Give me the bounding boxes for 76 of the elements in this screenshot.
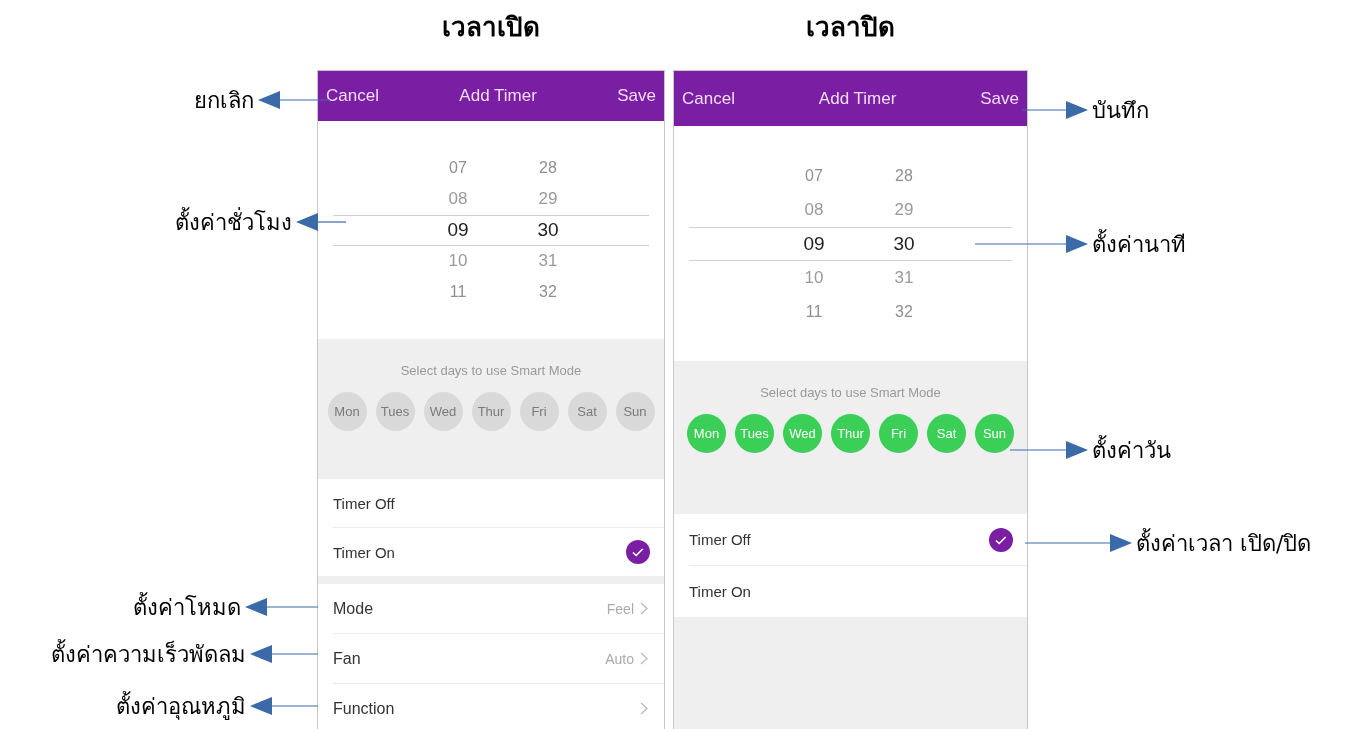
cancel-button[interactable]: Cancel [326, 86, 379, 106]
annotation-label: ตั้งค่าชั่วโมง [175, 206, 292, 237]
setting-label: Fan [333, 649, 361, 668]
day-toggle[interactable]: Wed [783, 414, 822, 453]
day-toggle[interactable]: Tues [375, 392, 415, 431]
day-toggle[interactable]: Thur [831, 414, 870, 453]
minute-value[interactable]: 32 [539, 283, 557, 301]
day-toggle[interactable]: Wed [423, 392, 463, 431]
day-toggle[interactable]: Fri [879, 414, 918, 453]
setting-label: Mode [333, 599, 374, 618]
callout-arrow [1022, 101, 1088, 119]
annotation-label: ตั้งค่าวัน [1092, 434, 1171, 465]
screen-caption: เวลาปิด [806, 11, 895, 44]
day-toggle[interactable]: Mon [687, 414, 726, 453]
days-prompt: Select days to use Smart Mode [760, 385, 941, 400]
annotation-label: ยกเลิก [194, 86, 254, 115]
chevron-icon [640, 602, 648, 615]
day-toggle[interactable]: Sun [615, 392, 655, 431]
hour-value[interactable]: 10 [448, 251, 468, 271]
setting-label: Function [333, 699, 395, 718]
annotation-label: ตั้งค่าอุณหภูมิ [116, 690, 246, 722]
option-label: Timer Off [333, 494, 395, 512]
callout-arrow [296, 213, 346, 231]
hour-value[interactable]: 11 [449, 283, 467, 301]
days-prompt: Select days to use Smart Mode [400, 363, 582, 378]
setting-value: Feel [606, 600, 634, 617]
screen-caption: เวลาเปิด [442, 11, 540, 44]
option-label: Timer On [689, 583, 751, 600]
timer-option[interactable]: Timer On [689, 565, 1027, 617]
hour-value[interactable]: 08 [448, 189, 468, 209]
hour-value[interactable]: 11 [805, 302, 823, 321]
hour-value[interactable]: 07 [805, 166, 823, 185]
minute-value[interactable]: 30 [537, 219, 559, 241]
option-label: Timer Off [689, 531, 751, 548]
annotation-label: ตั้งค่านาที [1092, 228, 1186, 259]
chevron-icon [640, 702, 648, 715]
day-toggle[interactable]: Sat [927, 414, 966, 453]
day-toggle[interactable]: Mon [327, 392, 367, 431]
minute-value[interactable]: 30 [893, 232, 915, 255]
setting-row[interactable]: Function [333, 683, 664, 729]
annotation-label: ตั้งค่าความเร็วพัดลม [51, 638, 246, 669]
hour-value[interactable]: 09 [803, 232, 825, 255]
save-button[interactable]: Save [980, 88, 1019, 109]
hour-value[interactable]: 09 [447, 219, 469, 241]
annotation-label: ตั้งค่าเวลา เปิด/ปิด [1136, 527, 1312, 558]
minute-value[interactable]: 31 [894, 267, 914, 288]
chevron-icon [640, 652, 648, 665]
minute-value[interactable]: 32 [895, 302, 913, 321]
timer-option[interactable]: Timer On [333, 527, 664, 576]
option-label: Timer On [333, 543, 395, 561]
timer-option[interactable]: Timer Off [333, 479, 664, 527]
setting-row[interactable]: Mode Feel [333, 584, 664, 633]
header-title: Add Timer [818, 88, 897, 109]
day-toggle[interactable]: Thur [471, 392, 511, 431]
minute-value[interactable]: 31 [538, 251, 558, 271]
minute-value[interactable]: 28 [895, 166, 913, 185]
day-toggle[interactable]: Tues [735, 414, 774, 453]
annotation-label: บันทึก [1092, 96, 1149, 125]
hour-value[interactable]: 10 [804, 267, 824, 288]
annotation-label: ตั้งค่าโหมด [133, 591, 241, 622]
callout-arrow [250, 645, 318, 663]
minute-value[interactable]: 29 [538, 189, 558, 209]
day-toggle[interactable]: Fri [519, 392, 559, 431]
save-button[interactable]: Save [617, 86, 656, 106]
cancel-button[interactable]: Cancel [682, 88, 735, 109]
header-title: Add Timer [459, 86, 537, 106]
timer-option[interactable]: Timer Off [689, 514, 1027, 565]
minute-value[interactable]: 29 [894, 199, 914, 220]
setting-value: Auto [605, 650, 634, 667]
setting-row[interactable]: Fan Auto [333, 633, 664, 683]
callout-arrow [250, 697, 318, 715]
hour-value[interactable]: 07 [449, 159, 467, 177]
minute-value[interactable]: 28 [539, 159, 557, 177]
hour-value[interactable]: 08 [804, 199, 824, 220]
day-toggle[interactable]: Sun [975, 414, 1014, 453]
day-toggle[interactable]: Sat [567, 392, 607, 431]
